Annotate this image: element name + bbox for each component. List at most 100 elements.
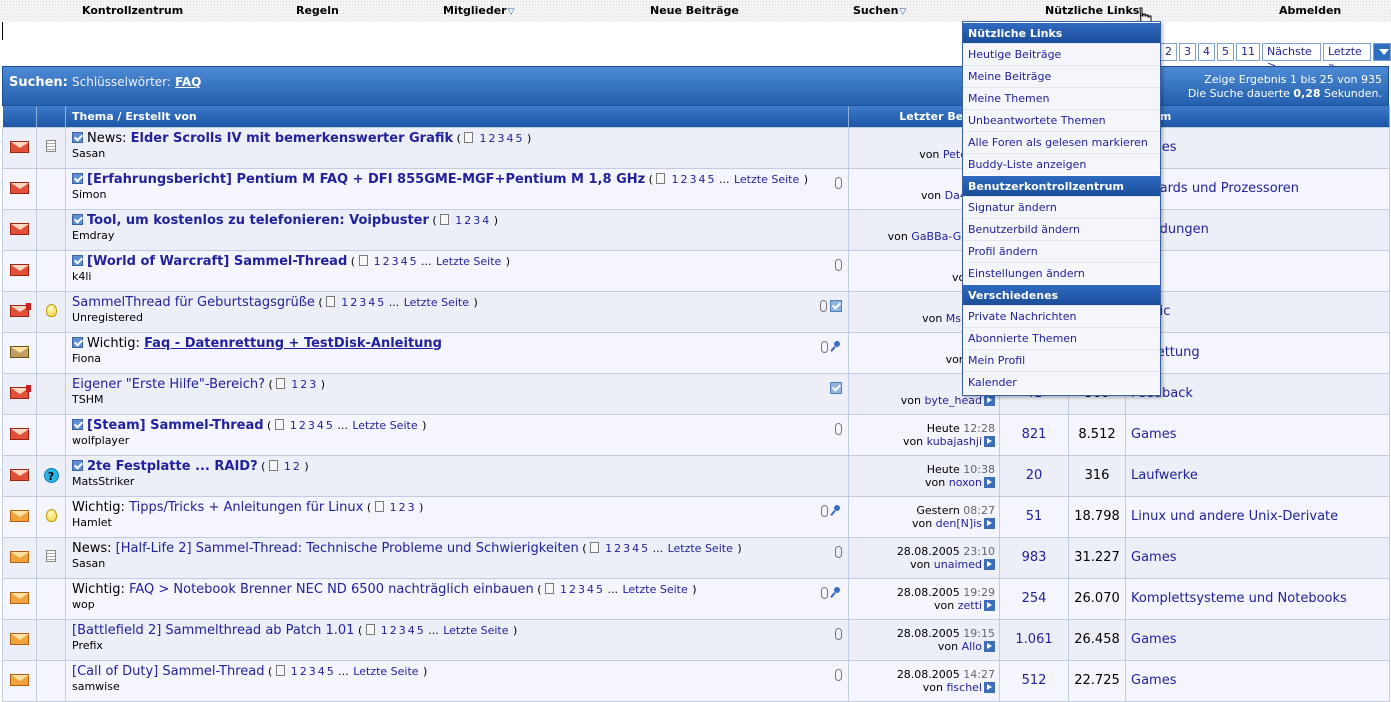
last-page-link[interactable]: Letzte » bbox=[1323, 43, 1371, 61]
go-to-last-post-icon[interactable] bbox=[984, 641, 995, 652]
thread-page-link[interactable]: 2 bbox=[488, 132, 495, 145]
menu-item[interactable]: Benutzerbild ändern bbox=[963, 218, 1160, 240]
thread-page-link[interactable]: 4 bbox=[317, 419, 324, 432]
thread-page-link[interactable]: 2 bbox=[299, 419, 306, 432]
nav-mitglieder[interactable]: Mitglieder▽ bbox=[443, 4, 515, 17]
thread-last-page-link[interactable]: Letzte Seite bbox=[734, 173, 799, 186]
thread-page-link[interactable]: 3 bbox=[309, 665, 316, 678]
thread-title-link[interactable]: [Battlefield 2] Sammelthread ab Patch 1.… bbox=[72, 623, 354, 638]
replies-count[interactable]: 512 bbox=[1000, 660, 1069, 701]
thread-author[interactable]: Prefix bbox=[72, 639, 844, 652]
page-link[interactable]: 11 bbox=[1236, 43, 1260, 61]
forum-link[interactable]: Games bbox=[1131, 427, 1176, 442]
menu-item[interactable]: Signatur ändern bbox=[963, 196, 1160, 218]
thread-title-link[interactable]: FAQ > Notebook Brenner NEC ND 6500 nacht… bbox=[129, 582, 534, 597]
go-to-last-post-icon[interactable] bbox=[984, 436, 995, 447]
thread-author[interactable]: Emdray bbox=[72, 229, 844, 242]
thread-page-link[interactable]: 3 bbox=[359, 296, 366, 309]
thread-author[interactable]: Sasan bbox=[72, 147, 844, 160]
thread-title-link[interactable]: Tipps/Tricks + Anleitungen für Linux bbox=[129, 500, 363, 515]
thread-last-page-link[interactable]: Letzte Seite bbox=[353, 665, 418, 678]
thread-page-link[interactable]: 2 bbox=[569, 583, 576, 596]
menu-item[interactable]: Alle Foren als gelesen markieren bbox=[963, 131, 1160, 153]
forum-link[interactable]: Games bbox=[1131, 673, 1176, 688]
forum-link[interactable]: Komplettsysteme und Notebooks bbox=[1131, 591, 1347, 606]
thread-page-link[interactable]: 2 bbox=[680, 173, 687, 186]
thread-last-page-link[interactable]: Letzte Seite bbox=[404, 296, 469, 309]
thread-page-link[interactable]: 5 bbox=[410, 255, 417, 268]
last-post-user-link[interactable]: den[N]is bbox=[936, 517, 982, 530]
thread-last-page-link[interactable]: Letzte Seite bbox=[436, 255, 501, 268]
thread-page-link[interactable]: 1 bbox=[284, 460, 291, 473]
last-post-user-link[interactable]: fischel bbox=[946, 681, 982, 694]
thread-title-link[interactable]: [World of Warcraft] Sammel-Thread bbox=[87, 254, 347, 269]
thread-page-link[interactable]: 4 bbox=[368, 296, 375, 309]
go-to-last-post-icon[interactable] bbox=[984, 600, 995, 611]
thread-last-page-link[interactable]: Letzte Seite bbox=[443, 624, 508, 637]
thread-page-link[interactable]: 5 bbox=[327, 665, 334, 678]
thread-page-link[interactable]: 2 bbox=[383, 255, 390, 268]
nav-suchen[interactable]: Suchen▽ bbox=[853, 4, 906, 17]
thread-page-link[interactable]: 2 bbox=[464, 214, 471, 227]
last-post-user-link[interactable]: noxon bbox=[949, 476, 982, 489]
thread-page-link[interactable]: 5 bbox=[377, 296, 384, 309]
thread-title-link[interactable]: [Steam] Sammel-Thread bbox=[87, 418, 264, 433]
menu-item[interactable]: Meine Beiträge bbox=[963, 65, 1160, 87]
replies-count[interactable]: 821 bbox=[1000, 414, 1069, 455]
menu-item[interactable]: Mein Profil bbox=[963, 349, 1160, 371]
menu-item[interactable]: Heutige Beiträge bbox=[963, 43, 1160, 65]
thread-author[interactable]: wolfplayer bbox=[72, 434, 844, 447]
thread-author[interactable]: Hamlet bbox=[72, 516, 844, 529]
thread-author[interactable]: Simon bbox=[72, 188, 844, 201]
thread-page-link[interactable]: 4 bbox=[408, 624, 415, 637]
menu-item[interactable]: Meine Themen bbox=[963, 87, 1160, 109]
thread-page-link[interactable]: 2 bbox=[300, 665, 307, 678]
menu-item[interactable]: Profil ändern bbox=[963, 240, 1160, 262]
thread-author[interactable]: Unregistered bbox=[72, 311, 844, 324]
thread-title-link[interactable]: [Call of Duty] Sammel-Thread bbox=[72, 664, 265, 679]
page-link[interactable]: 3 bbox=[1179, 43, 1196, 61]
thread-author[interactable]: Fiona bbox=[72, 352, 844, 365]
menu-item[interactable]: Einstellungen ändern bbox=[963, 262, 1160, 284]
menu-item[interactable]: Unbeantwortete Themen bbox=[963, 109, 1160, 131]
thread-title-link[interactable]: Faq - Datenrettung + TestDisk-Anleitung bbox=[144, 336, 442, 351]
thread-title-link[interactable]: [Half-Life 2] Sammel-Thread: Technische … bbox=[116, 541, 579, 556]
go-to-last-post-icon[interactable] bbox=[984, 518, 995, 529]
thread-page-link[interactable]: 5 bbox=[515, 132, 522, 145]
thread-last-page-link[interactable]: Letzte Seite bbox=[352, 419, 417, 432]
page-link[interactable]: 2 bbox=[1160, 43, 1177, 61]
thread-page-link[interactable]: 1 bbox=[671, 173, 678, 186]
menu-item[interactable]: Kalender bbox=[963, 371, 1160, 393]
page-jump-dropdown[interactable] bbox=[1373, 43, 1391, 61]
thread-author[interactable]: TSHM bbox=[72, 393, 844, 406]
nav-neue-beitraege[interactable]: Neue Beiträge bbox=[650, 4, 739, 17]
replies-count[interactable]: 254 bbox=[1000, 578, 1069, 619]
thread-page-link[interactable]: 3 bbox=[399, 624, 406, 637]
thread-page-link[interactable]: 4 bbox=[482, 214, 489, 227]
thread-page-link[interactable]: 5 bbox=[326, 419, 333, 432]
thread-page-link[interactable]: 4 bbox=[506, 132, 513, 145]
thread-page-link[interactable]: 5 bbox=[596, 583, 603, 596]
thread-page-link[interactable]: 2 bbox=[300, 378, 307, 391]
thread-page-link[interactable]: 5 bbox=[641, 542, 648, 555]
thread-title-link[interactable]: [Erfahrungsbericht] Pentium M FAQ + DFI … bbox=[87, 172, 645, 187]
replies-count[interactable]: 983 bbox=[1000, 537, 1069, 578]
thread-page-link[interactable]: 1 bbox=[381, 624, 388, 637]
replies-count[interactable]: 20 bbox=[1000, 455, 1069, 496]
thread-page-link[interactable]: 3 bbox=[473, 214, 480, 227]
thread-page-link[interactable]: 2 bbox=[390, 624, 397, 637]
thread-page-link[interactable]: 3 bbox=[309, 378, 316, 391]
thread-page-link[interactable]: 3 bbox=[497, 132, 504, 145]
thread-last-page-link[interactable]: Letzte Seite bbox=[668, 542, 733, 555]
thread-page-link[interactable]: 4 bbox=[698, 173, 705, 186]
thread-page-link[interactable]: 1 bbox=[390, 501, 397, 514]
last-post-user-link[interactable]: zetti bbox=[958, 599, 982, 612]
replies-count[interactable]: 51 bbox=[1000, 496, 1069, 537]
replies-count[interactable]: 1.061 bbox=[1000, 619, 1069, 660]
next-page-link[interactable]: Nächste > bbox=[1262, 43, 1321, 61]
go-to-last-post-icon[interactable] bbox=[984, 395, 995, 406]
forum-link[interactable]: Laufwerke bbox=[1131, 468, 1198, 483]
last-post-user-link[interactable]: Allo bbox=[962, 640, 982, 653]
forum-link[interactable]: Games bbox=[1131, 632, 1176, 647]
thread-page-link[interactable]: 1 bbox=[605, 542, 612, 555]
